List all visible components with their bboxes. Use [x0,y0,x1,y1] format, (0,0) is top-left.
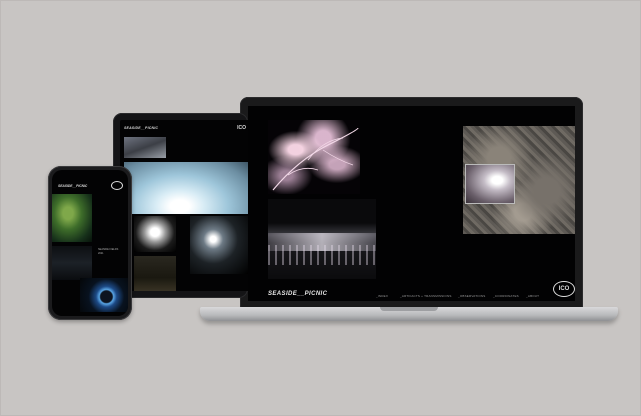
logo-emblem-icon[interactable]: ICO [553,281,575,297]
nav-coordinates[interactable]: _COORDINATES [493,294,519,298]
emblem-label: ICO [558,286,570,292]
phone-caption-line-2: 2021 [98,251,104,255]
laptop-notch [380,307,438,311]
phone-logo-emblem-icon[interactable] [111,181,123,190]
nav-about[interactable]: _ABOUT [526,294,539,298]
laptop-base [200,307,618,321]
frozen-lake-photo[interactable] [268,199,376,279]
light-inset-photo[interactable] [465,164,515,204]
laptop-screen: SEASIDE__PICNIC _INDEX _ARTIFACTS + TRAN… [248,106,575,301]
nav-observations[interactable]: _OBSERVATIONS [458,294,485,298]
laptop-device: SEASIDE__PICNIC _INDEX _ARTIFACTS + TRAN… [240,97,583,308]
tablet-site-title[interactable]: SEASIDE__PICNIC [124,126,158,130]
tablet-sky-photo[interactable] [124,162,248,214]
nav-index[interactable]: _INDEX [376,294,388,298]
frost-branch-photo[interactable] [268,120,360,194]
phone-site-title[interactable]: SEASIDE__PICNIC [58,184,87,188]
phone-caption: SEASIDE FIELDS 2021 [98,248,118,255]
phone-device: SEASIDE__PICNIC SEASIDE FIELDS 2021 [48,166,132,320]
tablet-thumbnail-photo[interactable] [124,137,166,158]
phone-water-photo[interactable] [52,246,92,280]
tablet-drop-photo[interactable] [134,216,176,252]
tablet-screen: SEASIDE__PICNIC ICO [120,120,248,291]
nav-artifacts[interactable]: _ARTIFACTS + TRANSMISSIONS [400,294,452,298]
phone-eclipse-photo[interactable] [80,278,128,312]
lake-trees [268,245,376,265]
tablet-dark-photo[interactable] [134,256,176,291]
tablet-splash-photo[interactable] [190,216,248,274]
phone-screen: SEASIDE__PICNIC SEASIDE FIELDS 2021 [52,170,128,316]
tablet-logo-emblem-icon[interactable]: ICO [237,125,246,131]
phone-caption-line-1: SEASIDE FIELDS [98,248,119,251]
site-title[interactable]: SEASIDE__PICNIC [268,291,327,297]
phone-forest-photo[interactable] [52,194,92,242]
tablet-device: SEASIDE__PICNIC ICO [113,113,248,298]
